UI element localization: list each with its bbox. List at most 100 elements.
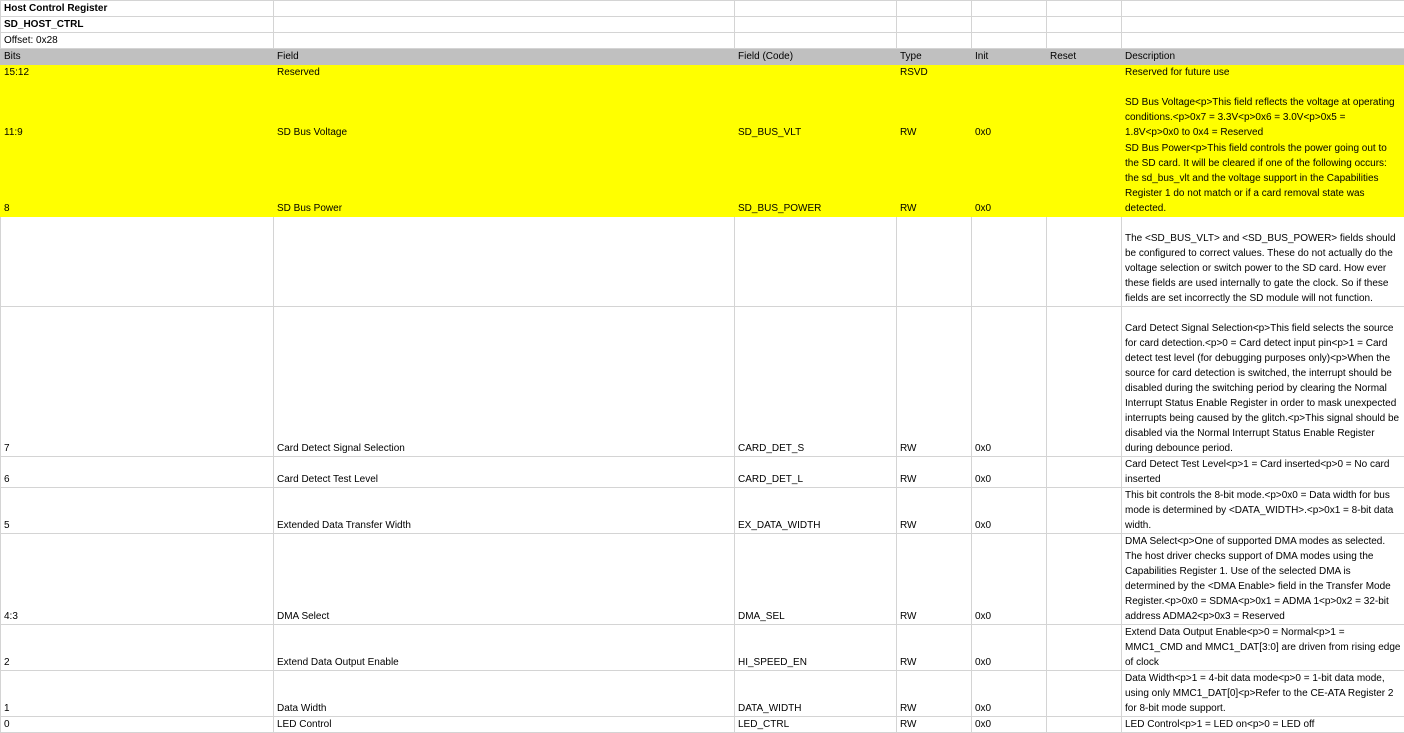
reset-cell[interactable] (1047, 625, 1122, 671)
bits-cell[interactable]: 6 (1, 457, 274, 488)
description-cell[interactable]: SD Bus Power<p>This field controls the p… (1122, 141, 1404, 217)
empty-cell[interactable] (897, 1, 972, 17)
code-cell[interactable]: CARD_DET_L (735, 457, 897, 488)
empty-cell[interactable] (1047, 1, 1122, 17)
field-cell[interactable]: DMA Select (274, 534, 735, 625)
field-cell[interactable]: Reserved (274, 65, 735, 81)
type-cell[interactable]: RW (897, 81, 972, 141)
column-header-description[interactable]: Description (1122, 49, 1404, 65)
field-cell[interactable]: Data Width (274, 671, 735, 717)
code-cell[interactable]: CARD_DET_S (735, 307, 897, 457)
type-cell[interactable]: RW (897, 534, 972, 625)
description-cell[interactable]: SD Bus Voltage<p>This field reflects the… (1122, 81, 1404, 141)
reset-cell[interactable] (1047, 141, 1122, 217)
init-cell[interactable]: 0x0 (972, 307, 1047, 457)
empty-cell[interactable] (735, 33, 897, 49)
code-cell[interactable]: SD_BUS_POWER (735, 141, 897, 217)
init-cell[interactable] (972, 65, 1047, 81)
column-header-init[interactable]: Init (972, 49, 1047, 65)
type-cell[interactable]: RW (897, 457, 972, 488)
type-cell[interactable]: RW (897, 488, 972, 534)
table-row: 11:9 SD Bus Voltage SD_BUS_VLT RW 0x0 SD… (1, 81, 1404, 141)
empty-cell[interactable] (972, 17, 1047, 33)
field-cell[interactable]: Extended Data Transfer Width (274, 488, 735, 534)
empty-cell[interactable] (1047, 33, 1122, 49)
bits-cell[interactable]: 15:12 (1, 65, 274, 81)
reset-cell[interactable] (1047, 81, 1122, 141)
code-cell[interactable]: SD_BUS_VLT (735, 81, 897, 141)
bits-cell[interactable]: 5 (1, 488, 274, 534)
init-cell[interactable]: 0x0 (972, 81, 1047, 141)
init-cell[interactable]: 0x0 (972, 671, 1047, 717)
description-cell[interactable]: The <SD_BUS_VLT> and <SD_BUS_POWER> fiel… (1122, 217, 1404, 307)
description-cell[interactable]: This bit controls the 8-bit mode.<p>0x0 … (1122, 488, 1404, 534)
init-cell[interactable]: 0x0 (972, 141, 1047, 217)
register-title[interactable]: Host Control Register (1, 1, 274, 17)
empty-cell[interactable] (897, 17, 972, 33)
empty-cell[interactable] (1122, 33, 1404, 49)
code-cell[interactable]: HI_SPEED_EN (735, 625, 897, 671)
type-cell[interactable] (897, 217, 972, 307)
type-cell[interactable]: RW (897, 625, 972, 671)
column-header-code[interactable]: Field (Code) (735, 49, 897, 65)
init-cell[interactable]: 0x0 (972, 625, 1047, 671)
bits-cell[interactable]: 1 (1, 671, 274, 717)
reset-cell[interactable] (1047, 307, 1122, 457)
bits-cell[interactable]: 2 (1, 625, 274, 671)
empty-cell[interactable] (735, 1, 897, 17)
empty-cell[interactable] (897, 33, 972, 49)
bits-cell[interactable]: 8 (1, 141, 274, 217)
init-cell[interactable]: 0x0 (972, 488, 1047, 534)
reset-cell[interactable] (1047, 217, 1122, 307)
column-header-type[interactable]: Type (897, 49, 972, 65)
code-cell[interactable]: DMA_SEL (735, 534, 897, 625)
register-offset[interactable]: Offset: 0x28 (1, 33, 274, 49)
empty-cell[interactable] (1122, 1, 1404, 17)
empty-cell[interactable] (972, 33, 1047, 49)
reset-cell[interactable] (1047, 457, 1122, 488)
empty-cell[interactable] (274, 17, 735, 33)
code-cell[interactable] (735, 65, 897, 81)
code-cell[interactable]: EX_DATA_WIDTH (735, 488, 897, 534)
table-row: 8 SD Bus Power SD_BUS_POWER RW 0x0 SD Bu… (1, 141, 1404, 217)
init-cell[interactable]: 0x0 (972, 534, 1047, 625)
bits-cell[interactable]: 4:3 (1, 534, 274, 625)
empty-cell[interactable] (972, 1, 1047, 17)
field-cell[interactable]: Card Detect Signal Selection (274, 307, 735, 457)
reset-cell[interactable] (1047, 534, 1122, 625)
bits-cell[interactable]: 7 (1, 307, 274, 457)
description-cell[interactable]: Card Detect Signal Selection<p>This fiel… (1122, 307, 1404, 457)
field-cell[interactable]: SD Bus Power (274, 141, 735, 217)
code-cell[interactable]: DATA_WIDTH (735, 671, 897, 717)
type-cell[interactable]: RW (897, 141, 972, 217)
field-cell[interactable]: Extend Data Output Enable (274, 625, 735, 671)
empty-cell[interactable] (274, 1, 735, 17)
reset-cell[interactable] (1047, 65, 1122, 81)
register-name[interactable]: SD_HOST_CTRL (1, 17, 274, 33)
init-cell[interactable]: 0x0 (972, 457, 1047, 488)
bits-cell[interactable] (1, 217, 274, 307)
code-cell[interactable] (735, 217, 897, 307)
description-cell[interactable]: Data Width<p>1 = 4-bit data mode<p>0 = 1… (1122, 671, 1404, 717)
field-cell[interactable]: SD Bus Voltage (274, 81, 735, 141)
column-header-field[interactable]: Field (274, 49, 735, 65)
reset-cell[interactable] (1047, 671, 1122, 717)
bits-cell[interactable]: 11:9 (1, 81, 274, 141)
reset-cell[interactable] (1047, 488, 1122, 534)
description-cell[interactable]: Card Detect Test Level<p>1 = Card insert… (1122, 457, 1404, 488)
type-cell[interactable]: RSVD (897, 65, 972, 81)
field-cell[interactable]: Card Detect Test Level (274, 457, 735, 488)
column-header-reset[interactable]: Reset (1047, 49, 1122, 65)
empty-cell[interactable] (274, 33, 735, 49)
empty-cell[interactable] (1122, 17, 1404, 33)
type-cell[interactable]: RW (897, 307, 972, 457)
init-cell[interactable] (972, 217, 1047, 307)
description-cell[interactable]: Extend Data Output Enable<p>0 = Normal<p… (1122, 625, 1404, 671)
empty-cell[interactable] (735, 17, 897, 33)
type-cell[interactable]: RW (897, 671, 972, 717)
column-header-bits[interactable]: Bits (1, 49, 274, 65)
description-cell[interactable]: DMA Select<p>One of supported DMA modes … (1122, 534, 1404, 625)
field-cell[interactable] (274, 217, 735, 307)
empty-cell[interactable] (1047, 17, 1122, 33)
description-cell[interactable]: Reserved for future use (1122, 65, 1404, 81)
